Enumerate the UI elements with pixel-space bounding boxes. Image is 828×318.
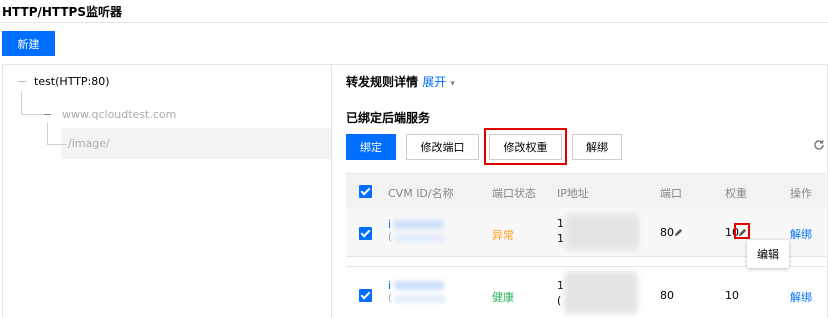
edit-weight-pencil-highlight <box>734 223 750 239</box>
redacted-name <box>394 234 446 242</box>
page-title: HTTP/HTTPS监听器 <box>2 5 122 19</box>
edit-port-pencil-icon[interactable] <box>674 228 683 237</box>
edit-tooltip: 编辑 <box>747 240 789 268</box>
collapse-dash-icon[interactable] <box>44 114 51 115</box>
tree-connector <box>21 92 22 114</box>
listener-content: test(HTTP:80) www.qcloudtest.com /image/… <box>2 64 828 318</box>
top-divider <box>0 22 828 23</box>
redacted-name <box>394 295 446 303</box>
weight-value: 10 <box>725 289 739 302</box>
bind-button[interactable]: 绑定 <box>346 134 396 160</box>
row-checkbox[interactable] <box>359 289 372 302</box>
rule-tree-panel: test(HTTP:80) www.qcloudtest.com /image/ <box>3 65 332 318</box>
unbind-button[interactable]: 解绑 <box>572 134 622 160</box>
cvm-name: ( <box>388 232 392 243</box>
edit-weight-highlight <box>484 128 567 165</box>
tree-connector <box>47 122 48 144</box>
select-all-checkbox[interactable] <box>359 185 372 198</box>
tree-connector <box>21 114 43 115</box>
th-cvm: CVM ID/名称 <box>388 187 454 200</box>
th-port-status: 端口状态 <box>492 187 536 200</box>
cvm-name: ( <box>388 293 392 304</box>
collapse-dash-icon[interactable] <box>18 81 26 82</box>
unbind-link[interactable]: 解绑 <box>790 289 812 305</box>
th-weight: 权重 <box>725 187 747 200</box>
port-value: 80 <box>660 289 674 302</box>
rule-detail-panel: 转发规则详情 展开 ▾ 已绑定后端服务 绑定 修改端口 修改权重 解绑 CVM … <box>332 65 827 318</box>
redacted-ip <box>564 272 638 314</box>
th-ops: 操作 <box>790 187 812 200</box>
ip-line2: ( <box>557 294 562 307</box>
table-row: i ( 健康 1 ( 80 10 解绑 <box>346 266 826 318</box>
tree-listener[interactable]: test(HTTP:80) <box>34 75 110 88</box>
detail-title-text: 转发规则详情 <box>346 75 419 89</box>
th-port: 端口 <box>660 187 682 200</box>
row-checkbox[interactable] <box>359 227 372 240</box>
redacted-id <box>394 281 444 290</box>
redacted-id <box>394 220 444 229</box>
unbind-link[interactable]: 解绑 <box>790 226 812 242</box>
tree-domain[interactable]: www.qcloudtest.com <box>62 108 176 121</box>
chevron-down-icon[interactable]: ▾ <box>450 79 455 89</box>
port-status: 异常 <box>492 229 514 242</box>
port-value: 80 <box>660 226 674 239</box>
bound-services-title: 已绑定后端服务 <box>346 111 431 125</box>
redacted-ip <box>565 214 639 250</box>
cvm-id[interactable]: i <box>388 218 391 231</box>
detail-title: 转发规则详情 展开 ▾ <box>346 73 455 90</box>
new-button[interactable]: 新建 <box>2 31 55 56</box>
ip-line1: 1 <box>557 279 564 292</box>
expand-link[interactable]: 展开 <box>422 75 446 89</box>
tree-path[interactable]: /image/ <box>68 137 110 150</box>
cvm-id[interactable]: i <box>388 279 391 292</box>
ip-line2: 1 <box>557 232 564 245</box>
port-status: 健康 <box>492 291 514 304</box>
edit-port-button[interactable]: 修改端口 <box>406 134 479 160</box>
ip-line1: 1 <box>557 217 564 230</box>
th-ip: IP地址 <box>557 187 589 200</box>
table-header: CVM ID/名称 端口状态 IP地址 端口 权重 操作 <box>346 173 826 208</box>
tree-connector <box>47 144 67 145</box>
refresh-icon[interactable] <box>813 139 825 151</box>
